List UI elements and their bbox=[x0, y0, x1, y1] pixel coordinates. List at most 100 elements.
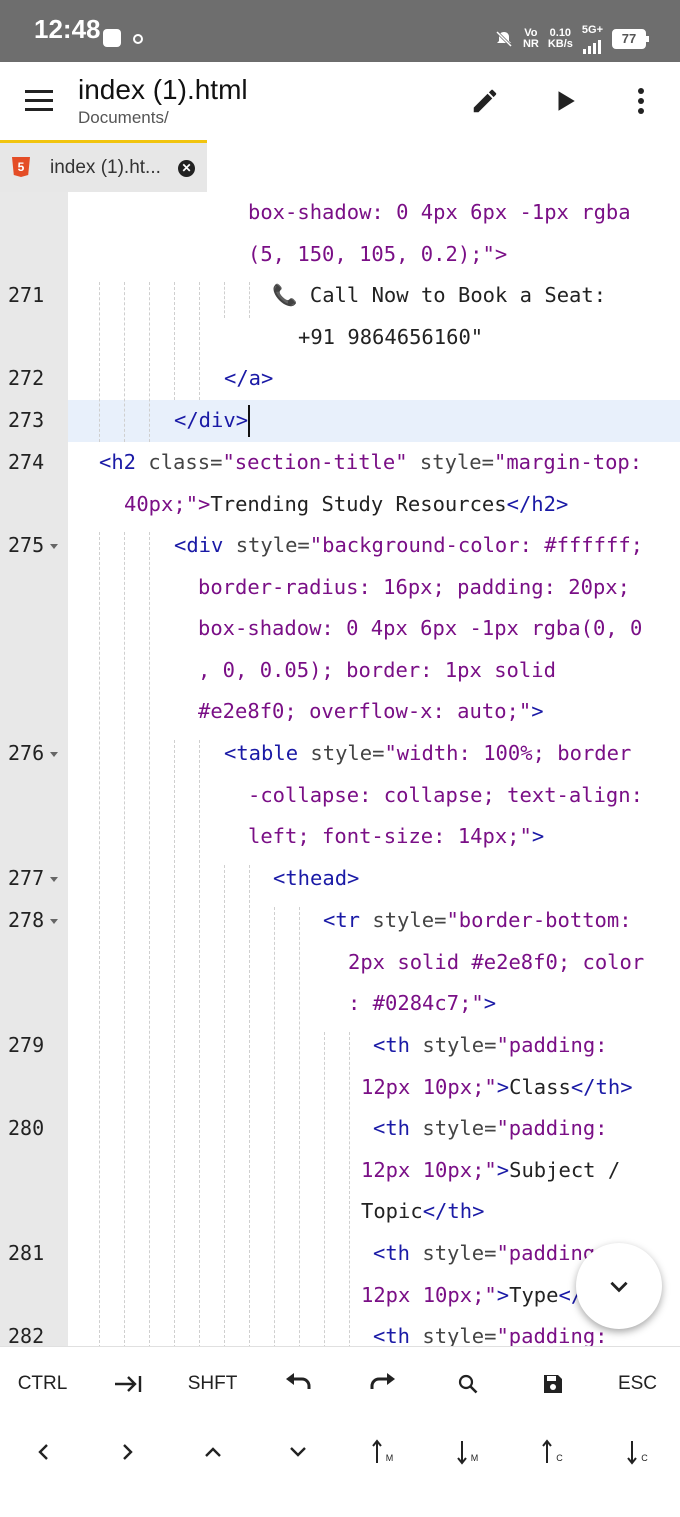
code-text: <tr style="border-bottom: bbox=[323, 908, 632, 932]
line-number: 271 bbox=[8, 283, 45, 307]
code-line[interactable]: 272 </a> bbox=[0, 358, 680, 400]
network-indicator: 5G+ bbox=[581, 23, 603, 54]
code-text: <th style="padding: bbox=[373, 1033, 608, 1057]
code-text: 12px 10px;">Class</th> bbox=[361, 1074, 633, 1099]
scroll-down-button[interactable] bbox=[576, 1243, 662, 1329]
code-text: box-shadow: 0 4px 6px -1px rgba bbox=[248, 200, 631, 224]
save-key[interactable] bbox=[510, 1349, 595, 1419]
code-text: 40px;">Trending Study Resources</h2> bbox=[124, 491, 569, 516]
arrow-right-key[interactable] bbox=[85, 1417, 170, 1487]
undo-key[interactable] bbox=[255, 1349, 340, 1419]
tab-key[interactable] bbox=[85, 1349, 170, 1419]
code-text: <div style="background-color: #ffffff; bbox=[174, 533, 644, 557]
move-line-up-key[interactable]: M bbox=[340, 1417, 425, 1487]
code-line[interactable]: 276 <table style="width: 100%; border -c… bbox=[0, 733, 680, 858]
code-line[interactable]: 278 <tr style="border-bottom: 2px solid … bbox=[0, 900, 680, 1025]
mute-icon bbox=[495, 30, 512, 48]
network-type: 5G+ bbox=[581, 23, 603, 36]
line-number: 273 bbox=[0, 400, 68, 442]
html5-icon: 5 bbox=[12, 157, 30, 177]
search-icon bbox=[458, 1374, 477, 1394]
code-text: #e2e8f0; overflow-x: auto;"> bbox=[198, 699, 544, 724]
tab-icon bbox=[114, 1376, 141, 1392]
line-number: 282 bbox=[8, 1324, 45, 1346]
app-bar: index (1).html Documents/ bbox=[0, 62, 680, 140]
speed-indicator: 0.10 KB/s bbox=[548, 28, 573, 50]
chevron-right-icon bbox=[122, 1444, 133, 1460]
code-line[interactable]: 277 <thead> bbox=[0, 858, 680, 900]
chevron-down-icon bbox=[610, 1281, 628, 1293]
notification-app-icon bbox=[103, 29, 121, 47]
code-text: </a> bbox=[224, 366, 274, 390]
code-line[interactable]: 282 <th style="padding: bbox=[0, 1316, 680, 1346]
code-text: left; font-size: 14px;"> bbox=[248, 824, 545, 849]
redo-key[interactable] bbox=[340, 1349, 425, 1419]
code-line[interactable]: 274 <h2 class="section-title" style="mar… bbox=[0, 442, 680, 525]
current-code-line[interactable]: 273 </div> bbox=[0, 400, 680, 442]
file-title: index (1).html bbox=[78, 74, 248, 105]
chevron-up-icon bbox=[204, 1447, 221, 1457]
code-line[interactable]: box-shadow: 0 4px 6px -1px rgba (5, 150,… bbox=[0, 192, 680, 275]
undo-icon bbox=[285, 1373, 310, 1389]
arrow-left-key[interactable] bbox=[0, 1417, 85, 1487]
edit-icon[interactable] bbox=[466, 82, 504, 120]
fold-arrow-icon[interactable] bbox=[50, 544, 59, 549]
status-indicators: Vo NR 0.10 KB/s 5G+ 77 bbox=[494, 23, 649, 54]
code-editor[interactable]: box-shadow: 0 4px 6px -1px rgba (5, 150,… bbox=[0, 192, 680, 1346]
code-line[interactable]: 280 <th style="padding: 12px 10px;">Subj… bbox=[0, 1108, 680, 1233]
menu-icon[interactable] bbox=[25, 90, 53, 112]
code-line[interactable]: 279 <th style="padding: 12px 10px;">Clas… bbox=[0, 1025, 680, 1108]
arrow-up-icon bbox=[371, 1439, 382, 1463]
line-number: 275 bbox=[0, 525, 68, 567]
code-text: <table style="width: 100%; border bbox=[224, 741, 632, 765]
code-text: box-shadow: 0 4px 6px -1px rgba(0, 0 bbox=[198, 616, 643, 641]
notification-dot-icon bbox=[133, 34, 143, 44]
chevron-left-icon bbox=[37, 1444, 48, 1460]
code-text: <th style="padding: bbox=[373, 1324, 608, 1346]
code-text: <th style="padding: bbox=[373, 1116, 608, 1140]
extra-keys-row-1: CTRL SHFT ESC bbox=[0, 1349, 680, 1419]
arrow-down-icon bbox=[456, 1441, 467, 1465]
arrow-up-key[interactable] bbox=[170, 1417, 255, 1487]
chevron-down-icon bbox=[289, 1447, 306, 1457]
code-text: 12px 10px;">Type</ bbox=[361, 1282, 584, 1307]
code-text: : #0284c7;"> bbox=[348, 991, 497, 1016]
code-text: 2px solid #e2e8f0; color bbox=[348, 949, 645, 974]
tab-index-html[interactable]: 5 index (1).ht... ✕ bbox=[0, 140, 207, 192]
save-icon bbox=[543, 1375, 562, 1393]
tab-label: index (1).ht... bbox=[50, 157, 161, 178]
line-number: 279 bbox=[8, 1033, 45, 1057]
code-text: <thead> bbox=[273, 866, 360, 890]
tab-strip: 5 index (1).ht... ✕ bbox=[0, 140, 680, 192]
ctrl-key[interactable]: CTRL bbox=[0, 1349, 85, 1419]
key-subscript: C bbox=[641, 1453, 648, 1463]
key-subscript: M bbox=[385, 1453, 394, 1463]
esc-key[interactable]: ESC bbox=[595, 1349, 680, 1419]
code-text: <th style="padding: bbox=[373, 1241, 608, 1265]
more-vert-icon[interactable] bbox=[622, 82, 660, 120]
copy-line-down-key[interactable]: C bbox=[595, 1417, 680, 1487]
key-subscript: C bbox=[556, 1453, 563, 1463]
arrow-down-icon bbox=[627, 1441, 638, 1465]
line-number: 277 bbox=[0, 858, 68, 900]
code-line[interactable]: 271 📞 Call Now to Book a Seat: +91 98646… bbox=[0, 275, 680, 358]
fold-arrow-icon[interactable] bbox=[50, 752, 59, 757]
move-line-down-key[interactable]: M bbox=[425, 1417, 510, 1487]
fold-arrow-icon[interactable] bbox=[50, 877, 59, 882]
code-text: +91 9864656160" bbox=[298, 324, 484, 349]
copy-line-up-key[interactable]: C bbox=[510, 1417, 595, 1487]
status-time: 12:48 bbox=[34, 14, 101, 44]
battery-icon: 77 bbox=[612, 29, 649, 49]
arrow-up-icon bbox=[542, 1439, 553, 1463]
play-icon[interactable] bbox=[546, 82, 584, 120]
code-text: 📞 Call Now to Book a Seat: bbox=[272, 283, 607, 307]
text-cursor bbox=[248, 405, 251, 437]
fold-arrow-icon[interactable] bbox=[50, 919, 59, 924]
close-icon[interactable]: ✕ bbox=[178, 160, 195, 177]
shift-key[interactable]: SHFT bbox=[170, 1349, 255, 1419]
search-key[interactable] bbox=[425, 1349, 510, 1419]
code-text: border-radius: 16px; padding: 20px; bbox=[198, 574, 630, 599]
arrow-down-key[interactable] bbox=[255, 1417, 340, 1487]
signal-icon bbox=[583, 36, 602, 54]
code-line[interactable]: 275 <div style="background-color: #fffff… bbox=[0, 525, 680, 733]
